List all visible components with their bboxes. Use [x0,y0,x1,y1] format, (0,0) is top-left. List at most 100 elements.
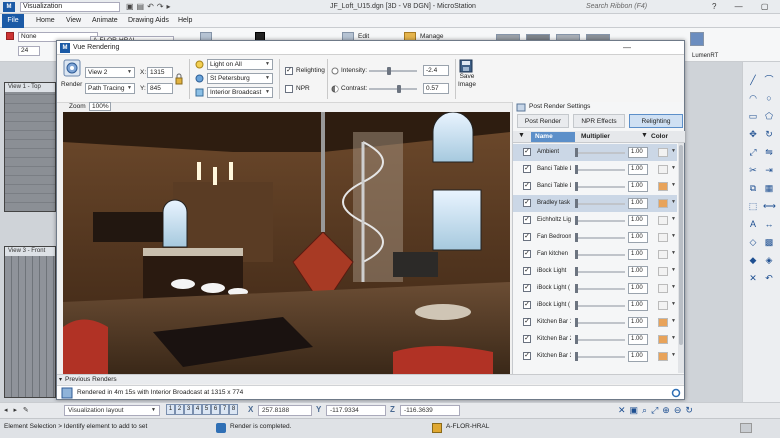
mirror-icon[interactable]: ⇋ [763,146,775,158]
multiplier-slider[interactable] [575,169,625,171]
view-tool-icons[interactable]: ✕▣⌕⤢⊕⊖↻ [618,405,728,417]
edit-label[interactable]: Edit [358,33,369,40]
render-method-select[interactable]: Path Tracing ▼ [85,83,135,94]
measure-icon[interactable]: ⟷ [763,200,776,212]
save-image-icon[interactable] [459,59,473,73]
workspace-select[interactable]: Visualization [20,2,120,12]
chevron-down-icon[interactable]: ▼ [671,335,676,341]
intensity-input[interactable]: -2.4 [423,65,449,76]
manage-label[interactable]: Manage [420,33,444,40]
intensity-slider-thumb[interactable] [387,67,391,75]
lights-scrollbar[interactable] [678,143,684,373]
light-color-swatch[interactable] [658,148,668,157]
layout-select[interactable]: Visualization layout ▼ [64,405,160,416]
multiplier-input[interactable]: 1.00 [628,164,648,175]
multiplier-slider[interactable] [575,356,625,358]
light-enabled-checkbox[interactable]: ✓ [523,352,531,360]
contrast-input[interactable]: 0.57 [423,83,449,94]
lumenrt-icon[interactable] [690,32,704,46]
column-multiplier-header[interactable]: Multiplier [581,133,610,140]
rotate-icon[interactable]: ↻ [763,128,775,140]
light-color-swatch[interactable] [658,284,668,293]
multiplier-slider-thumb[interactable] [575,352,578,361]
light-color-swatch[interactable] [658,352,668,361]
contrast-slider-thumb[interactable] [397,85,401,93]
light-row[interactable]: ✓ Kitchen Bar 1 1.00 ▼ [513,314,677,331]
multiplier-slider-thumb[interactable] [575,165,578,174]
y-coordinate[interactable]: -117.9334 [326,405,386,416]
light-row[interactable]: ✓ Banci Table L 1.00 ▼ [513,161,677,178]
text-icon[interactable]: A [747,218,759,230]
circle-icon[interactable]: ○ [763,92,775,104]
light-color-swatch[interactable] [658,335,668,344]
relighting-checkbox[interactable]: ✓ [285,67,293,75]
multiplier-input[interactable]: 1.00 [628,249,648,260]
npr-checkbox[interactable] [285,85,293,93]
lumenrt-label[interactable]: LumenRT [692,53,718,59]
chevron-down-icon[interactable]: ▾ [59,375,62,385]
view-button-8[interactable]: 8 [229,404,238,415]
light-color-swatch[interactable] [658,318,668,327]
light-row[interactable]: ✓ Kitchen Bar 3 1.00 ▼ [513,348,677,365]
light-row[interactable]: ✓ Ambient 1.00 ▼ [513,144,677,161]
column-color-header[interactable]: Color [651,133,668,140]
arc-icon[interactable]: ◠ [747,92,759,104]
light-color-swatch[interactable] [658,301,668,310]
multiplier-input[interactable]: 1.00 [628,283,648,294]
column-name-header[interactable]: Name [531,132,575,142]
multiplier-input[interactable]: 1.00 [628,300,648,311]
scale-icon[interactable]: ⤢ [747,146,759,158]
multiplier-input[interactable]: 1.00 [628,147,648,158]
view-select[interactable]: View 2 ▼ [85,67,135,78]
light-enabled-checkbox[interactable]: ✓ [523,165,531,173]
multiplier-input[interactable]: 1.00 [628,351,648,362]
tab-drawing-aids[interactable]: Drawing Aids [122,14,175,28]
save-image-button[interactable]: Save Image [457,73,477,89]
light-enabled-checkbox[interactable]: ✓ [523,182,531,190]
chevron-down-icon[interactable]: ▼ [671,301,676,307]
weight-select[interactable]: 24 [18,46,40,56]
tab-file[interactable]: File [2,14,24,28]
filter-icon[interactable]: ▼ [518,132,525,139]
multiplier-input[interactable]: 1.00 [628,198,648,209]
extend-icon[interactable]: ⇥ [763,164,775,176]
chevron-down-icon[interactable]: ▼ [671,267,676,273]
light-color-swatch[interactable] [658,216,668,225]
light-color-swatch[interactable] [658,250,668,259]
multiplier-slider[interactable] [575,322,625,324]
multiplier-slider-thumb[interactable] [575,318,578,327]
light-row[interactable]: ✓ Banci Table L 1.00 ▼ [513,178,677,195]
solid-icon[interactable]: ◆ [747,254,759,266]
trim-icon[interactable]: ✂ [747,164,759,176]
light-enabled-checkbox[interactable]: ✓ [523,148,531,156]
multiplier-slider-thumb[interactable] [575,233,578,242]
render-icon[interactable] [63,59,81,77]
view-button-2[interactable]: 2 [175,404,184,415]
view-button-3[interactable]: 3 [184,404,193,415]
status-level[interactable]: A-FLOR-HRAL [446,423,489,430]
view-button-1[interactable]: 1 [166,404,175,415]
tab-post-render[interactable]: Post Render [517,114,569,128]
light-enabled-checkbox[interactable]: ✓ [523,301,531,309]
light-row[interactable]: ✓ iBock Light (1.00 ▼ [513,297,677,314]
chevron-down-icon[interactable]: ▼ [671,148,676,154]
surface-icon[interactable]: ◈ [763,254,775,266]
multiplier-slider-thumb[interactable] [575,199,578,208]
multiplier-input[interactable]: 1.00 [628,215,648,226]
multiplier-slider[interactable] [575,271,625,273]
light-row[interactable]: ✓ iBock Light (1.00 ▼ [513,280,677,297]
light-enabled-checkbox[interactable]: ✓ [523,250,531,258]
multiplier-slider-thumb[interactable] [575,148,578,157]
array-icon[interactable]: ▦ [763,182,775,194]
multiplier-slider[interactable] [575,152,625,154]
chevron-down-icon[interactable]: ▼ [671,216,676,222]
multiplier-slider-thumb[interactable] [575,301,578,310]
light-color-swatch[interactable] [658,267,668,276]
light-enabled-checkbox[interactable]: ✓ [523,284,531,292]
undo-icon[interactable]: ↶ [763,272,775,284]
tab-home[interactable]: Home [30,14,61,28]
light-row[interactable]: ✓ Bradley task 1.00 ▼ [513,195,677,212]
chevron-down-icon[interactable]: ▼ [671,165,676,171]
light-color-swatch[interactable] [658,233,668,242]
multiplier-slider[interactable] [575,288,625,290]
